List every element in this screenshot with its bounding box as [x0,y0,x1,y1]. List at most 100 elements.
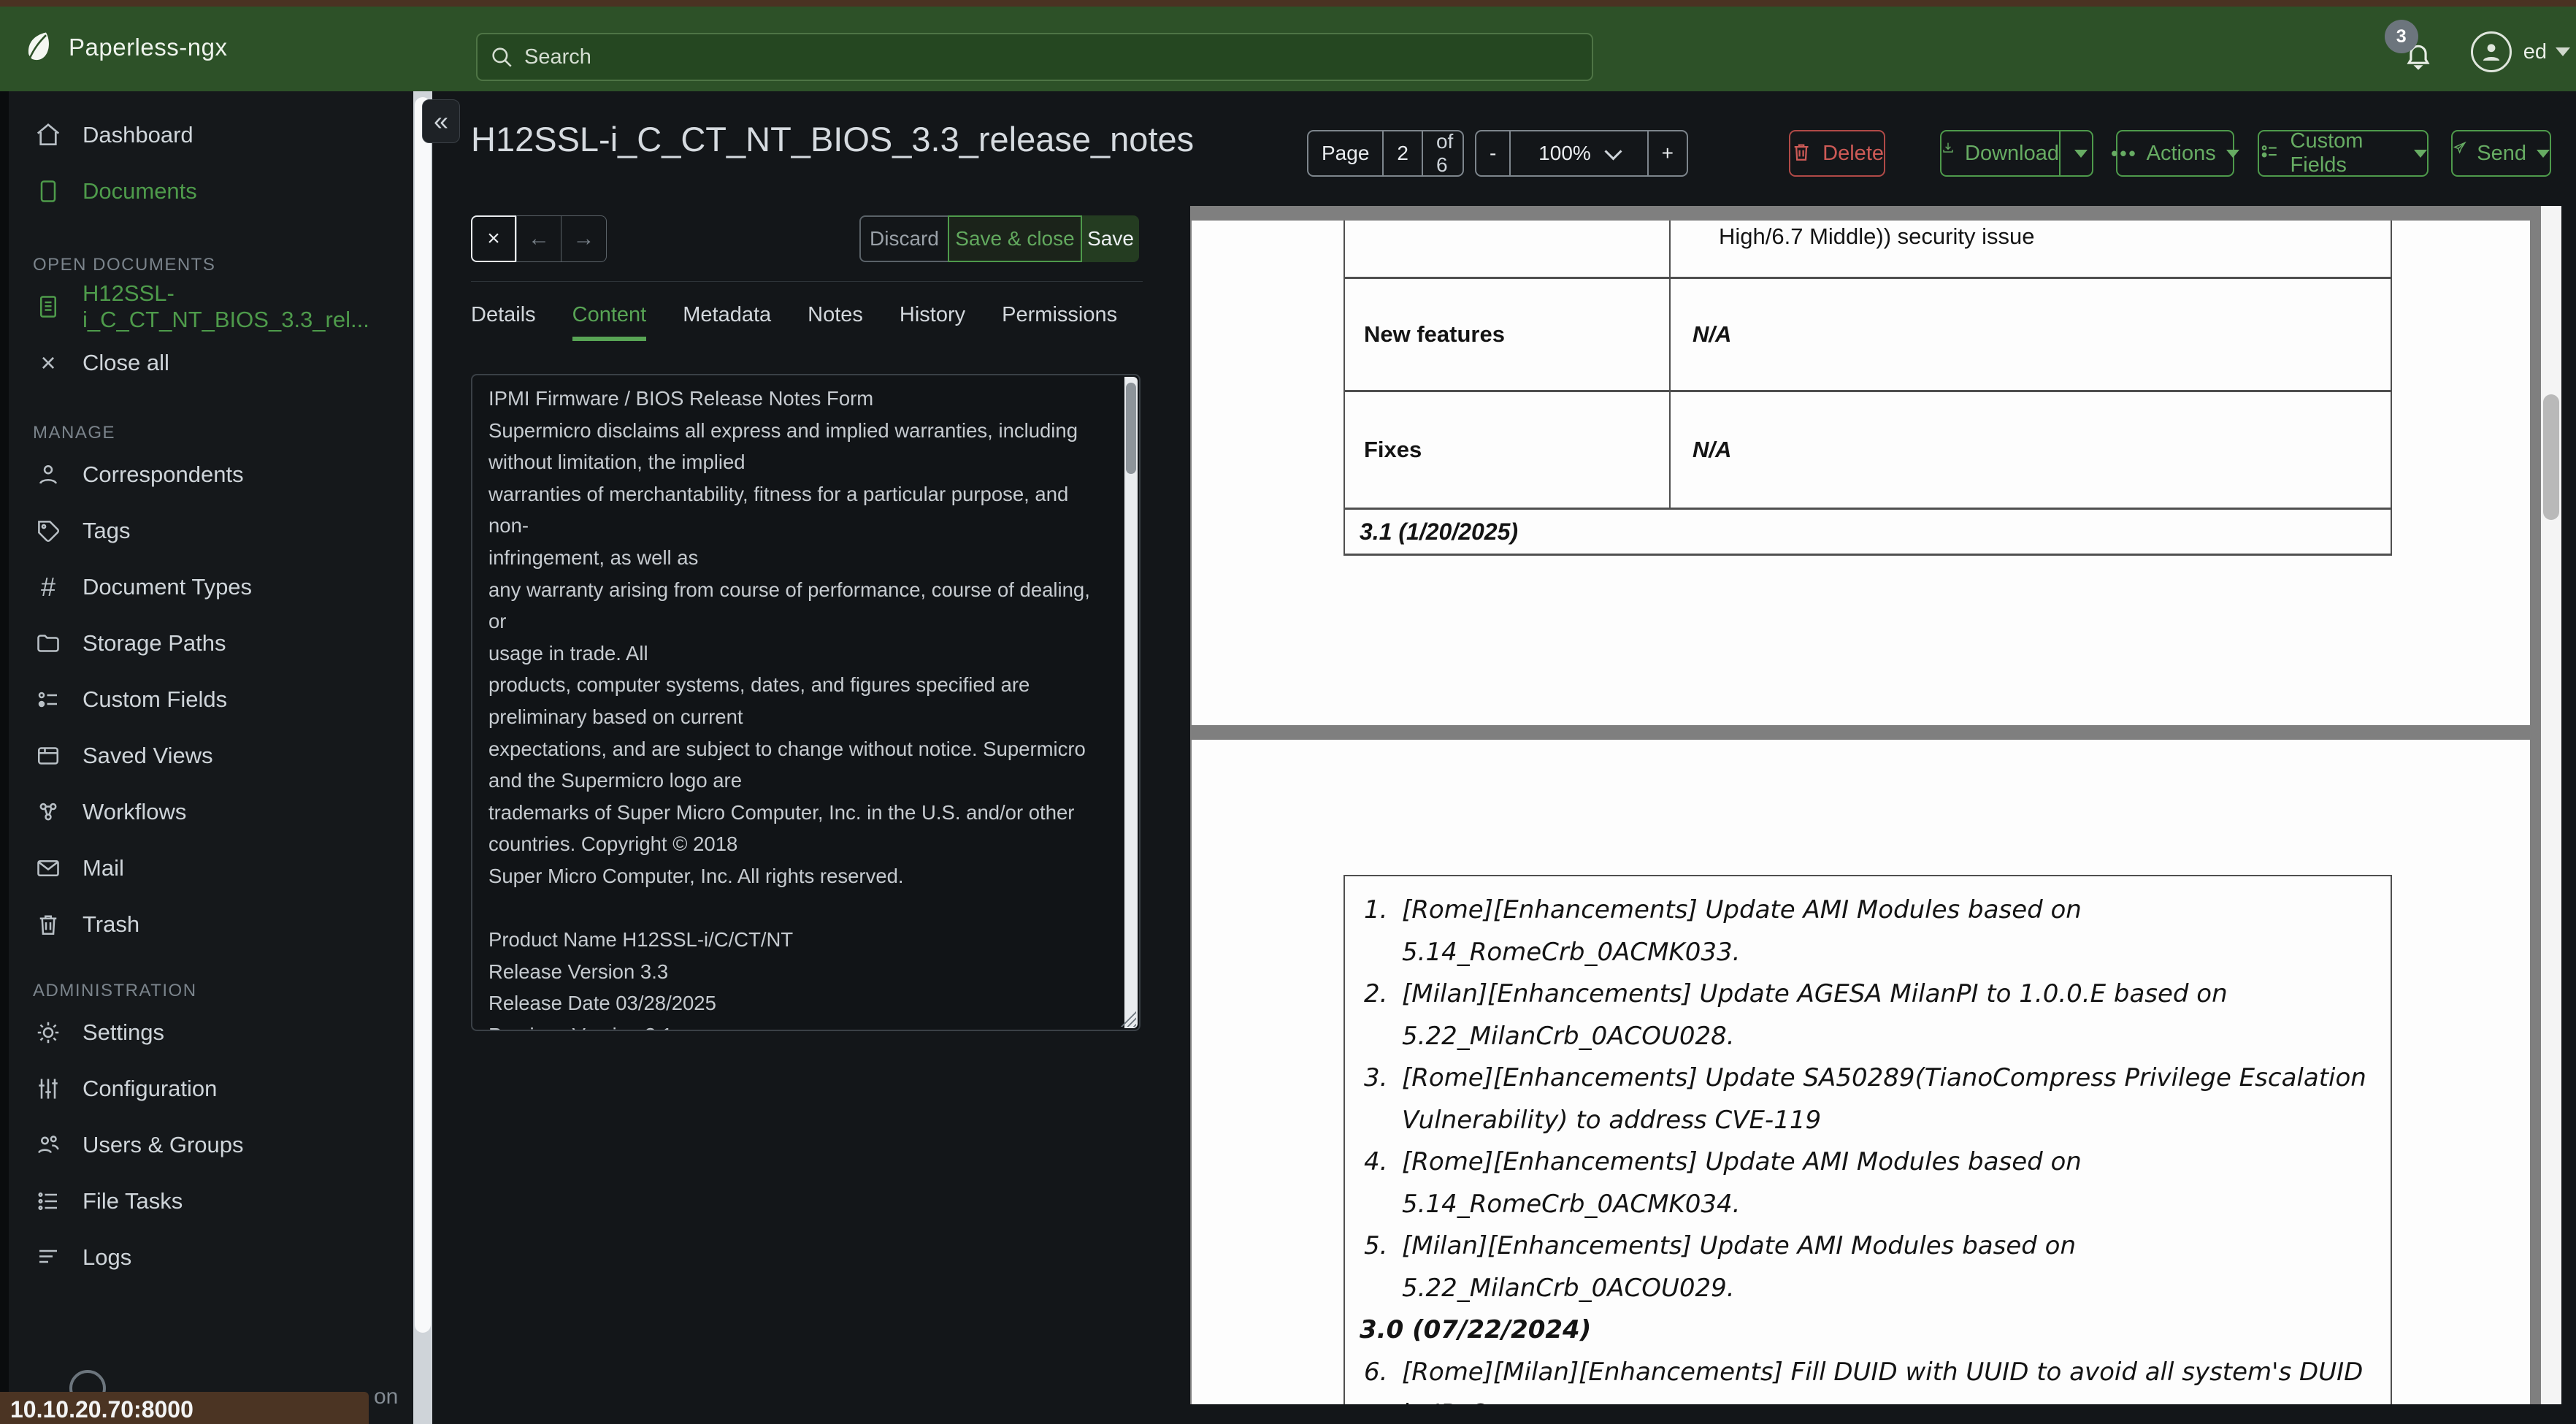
list-item-text: [Rome][Enhancements] Update AMI Modules … [1402,1147,2082,1219]
brand-name: Paperless-ngx [69,34,228,61]
sidebar-collapse-button[interactable]: « [422,99,460,143]
sidebar-item-saved-views[interactable]: Saved Views [9,738,413,774]
download-dropdown-button[interactable] [2059,130,2093,177]
zoom-level-value: 100% [1538,142,1591,164]
trash-icon [33,909,64,940]
page-navigation-group: Page 2 of 6 [1307,130,1464,177]
sidebar: Dashboard Documents OPEN DOCUMENTS H12SS… [9,91,413,1424]
task-list-icon [33,1186,64,1217]
content-text: IPMI Firmware / BIOS Release Notes Form … [488,387,1090,1030]
header-right: 3 ed [2384,20,2570,81]
table-cell: High/6.7 Middle)) security issue [1719,223,2035,249]
tab-metadata[interactable]: Metadata [683,303,771,341]
sidebar-item-dashboard[interactable]: Dashboard [9,117,413,153]
person-icon [33,459,64,490]
notifications-button[interactable]: 3 [2384,20,2440,81]
brand[interactable]: Paperless-ngx [22,28,227,66]
tab-details[interactable]: Details [471,303,536,341]
open-documents-section-label: OPEN DOCUMENTS [33,255,216,275]
search-placeholder: Search [524,45,591,69]
sidebar-item-file-tasks[interactable]: File Tasks [9,1183,413,1220]
sidebar-item-configuration[interactable]: Configuration [9,1071,413,1107]
sidebar-item-label: Document Types [83,574,253,600]
pdf-scrollbar-thumb[interactable] [2543,394,2559,520]
folder-icon [33,628,64,659]
username[interactable]: ed [2523,40,2547,64]
close-document-button[interactable]: × [471,215,516,262]
textarea-scrollbar-thumb[interactable] [1126,383,1136,474]
pdf-page-1: High/6.7 Middle)) security issue New fea… [1192,221,2530,725]
sidebar-item-logs[interactable]: Logs [9,1239,413,1276]
tab-notes[interactable]: Notes [808,303,863,341]
table-cell: New features [1345,279,1671,390]
list-item: 2. [Milan][Enhancements] Update AGESA Mi… [1345,973,2391,1057]
custom-fields-button[interactable]: Custom Fields [2258,129,2429,177]
tab-permissions[interactable]: Permissions [1002,303,1117,341]
browser-top-strip [0,0,2576,7]
send-icon [2453,141,2466,166]
close-all-label: Close all [83,350,169,375]
home-icon [33,120,64,150]
sidebar-item-open-document[interactable]: H12SSL-i_C_CT_NT_BIOS_3.3_rel... [9,280,413,332]
sidebar-item-label: Documents [83,178,197,204]
pdf-preview-viewer[interactable]: High/6.7 Middle)) security issue New fea… [1190,206,2561,1404]
zoom-control-group: - 100% + [1475,130,1688,177]
user-menu-caret-icon[interactable] [2556,47,2570,56]
sidebar-scrollbar-thumb[interactable] [415,97,431,1333]
caret-down-icon [2074,149,2088,158]
pdf-scrollbar[interactable] [2541,206,2561,1404]
sidebar-item-label: Logs [83,1244,132,1270]
sidebar-item-mail[interactable]: Mail [9,850,413,887]
content-textarea[interactable]: IPMI Firmware / BIOS Release Notes Form … [471,374,1141,1031]
table-row: New features N/A [1345,279,2391,392]
sidebar-item-settings[interactable]: Settings [9,1014,413,1051]
next-document-button[interactable]: → [561,215,607,262]
sidebar-item-documents[interactable]: Documents [9,173,413,210]
sidebar-item-storage-paths[interactable]: Storage Paths [9,625,413,662]
sidebar-item-label: File Tasks [83,1188,183,1214]
chevron-down-icon [1604,142,1622,161]
tab-content[interactable]: Content [572,303,647,341]
users-icon [33,1130,64,1160]
textarea-scrollbar[interactable] [1124,377,1138,1028]
list-item-number: 6. [1364,1357,1388,1387]
sidebar-item-label: Workflows [83,799,187,824]
zoom-level-select[interactable]: 100% [1509,131,1647,175]
sliders-icon [33,1073,64,1104]
avatar[interactable] [2470,31,2512,72]
previous-document-button[interactable]: ← [516,215,561,262]
list-item-number: 2. [1364,979,1388,1008]
sidebar-item-label: Correspondents [83,462,244,487]
documents-icon [33,176,64,207]
document-nav-group: × ← → [471,215,607,262]
tab-history[interactable]: History [900,303,965,341]
save-and-close-button[interactable]: Save & close [948,215,1082,262]
sidebar-item-label: Trash [83,911,140,937]
custom-fields-label: Custom Fields [2290,129,2364,177]
search-input[interactable]: Search [476,33,1593,81]
save-button[interactable]: Save [1082,215,1139,262]
actions-button[interactable]: ••• Actions [2111,130,2239,177]
table-cell: Fixes [1345,392,1671,508]
download-button[interactable]: Download [1940,130,2061,177]
delete-button[interactable]: Delete [1789,130,1885,177]
page-number-input[interactable]: 2 [1382,131,1422,175]
download-icon [1941,141,1955,166]
table-row: 3.1 (1/20/2025) [1345,510,2391,556]
sidebar-item-correspondents[interactable]: Correspondents [9,456,413,493]
sidebar-item-tags[interactable]: Tags [9,513,413,549]
sidebar-item-close-all[interactable]: × Close all [9,345,413,381]
zoom-out-button[interactable]: - [1476,131,1509,175]
sidebar-scrollbar[interactable] [413,91,432,1424]
list-item-number: 4. [1364,1147,1388,1176]
sidebar-item-trash[interactable]: Trash [9,906,413,943]
sidebar-item-document-types[interactable]: # Document Types [9,569,413,605]
sidebar-item-workflows[interactable]: Workflows [9,794,413,830]
version-heading-text: 3.0 (07/22/2024) [1360,1315,1592,1344]
discard-button[interactable]: Discard [859,215,948,262]
sidebar-item-users-groups[interactable]: Users & Groups [9,1127,413,1163]
ellipsis-icon: ••• [2111,142,2138,164]
sidebar-item-custom-fields[interactable]: Custom Fields [9,681,413,718]
zoom-in-button[interactable]: + [1647,131,1687,175]
send-button[interactable]: Send [2451,130,2551,177]
